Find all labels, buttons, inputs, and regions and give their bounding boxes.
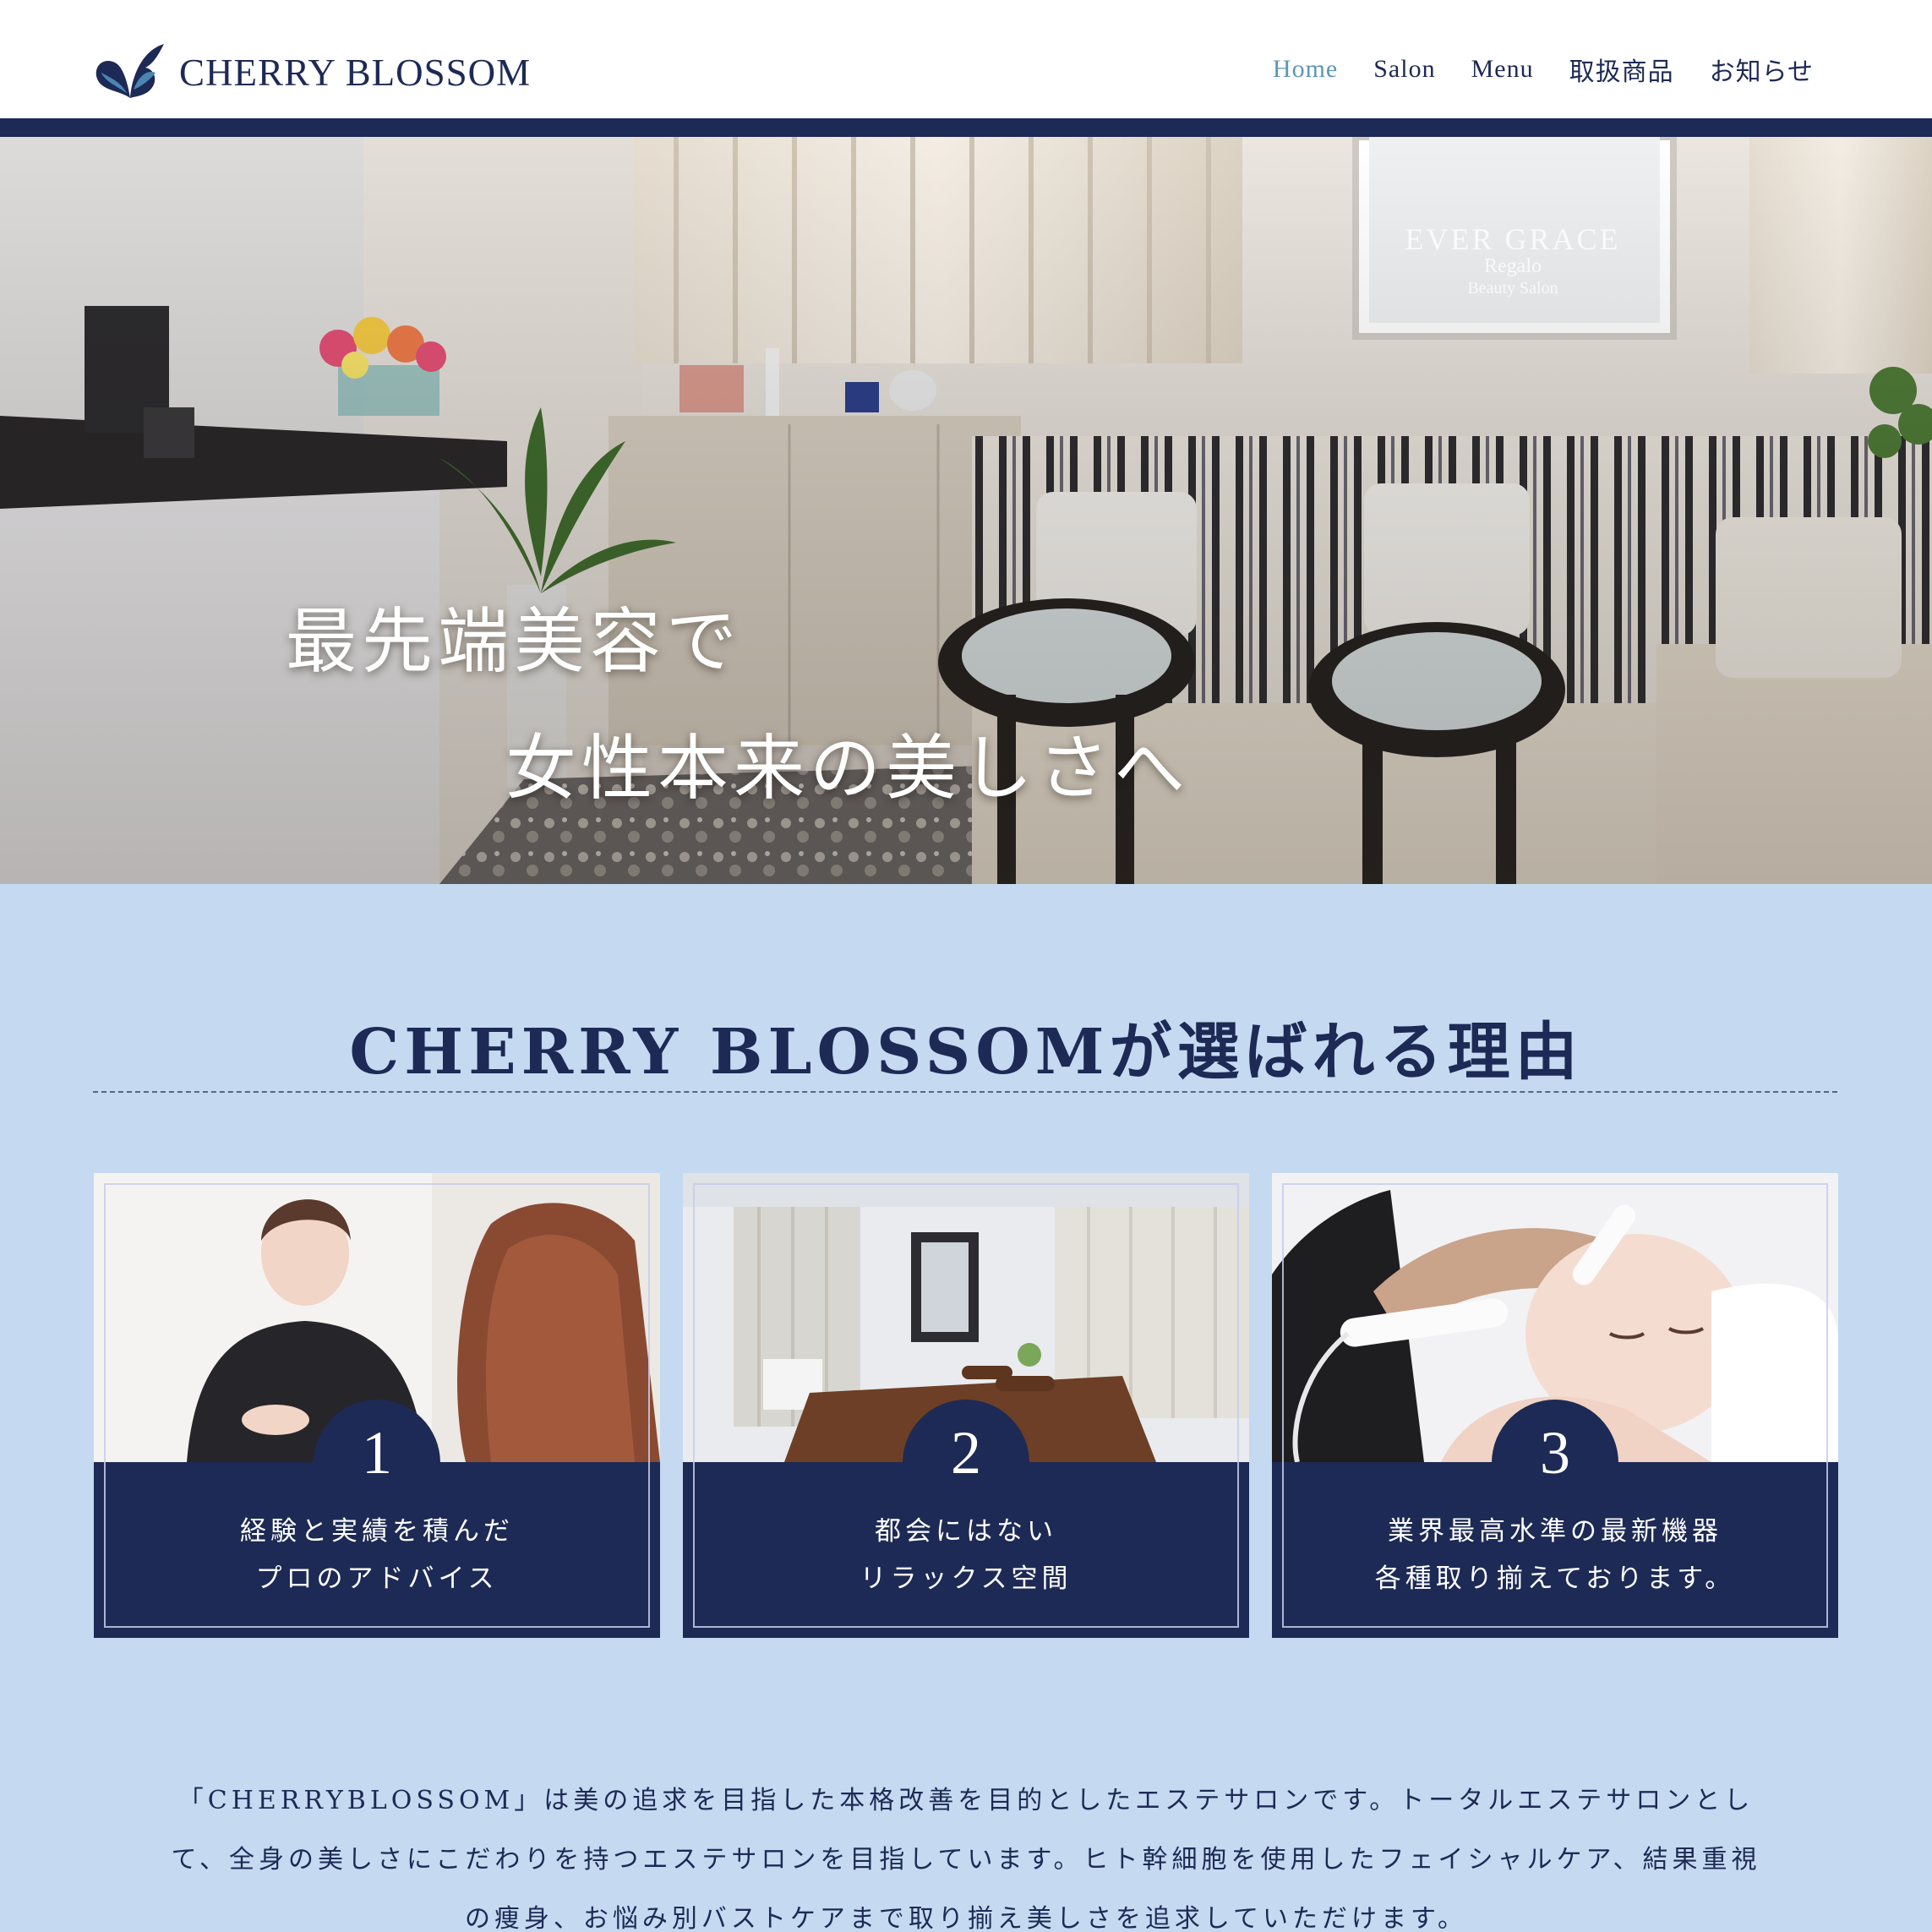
nav-item-products[interactable]: 取扱商品 (1569, 51, 1674, 88)
reason-text-line-1: 経験と実績を積んだ (240, 1516, 514, 1547)
nav-item-news[interactable]: お知らせ (1710, 51, 1814, 88)
hero-headline-line-2: 女性本来の美しさへ (505, 727, 1191, 810)
mirror-sign-brand: EVER GRACE (1405, 222, 1621, 256)
nav-item-salon[interactable]: Salon (1373, 55, 1435, 84)
nav-item-home[interactable]: Home (1273, 55, 1338, 84)
reason-text: 経験と実績を積んだ プロのアドバイス (94, 1508, 660, 1602)
reason-text: 都会にはない リラックス空間 (683, 1508, 1249, 1602)
reason-card-3[interactable]: 3 業界最高水準の最新機器 各種取り揃えております。 (1272, 1173, 1838, 1638)
salon-introduction: 「CHERRYBLOSSOM」は美の追求を目指した本格改善を目的としたエステサロ… (127, 1771, 1805, 1932)
main-nav: Home Salon Menu 取扱商品 お知らせ (1273, 51, 1814, 88)
hero-headline-line-1: 最先端美容で (286, 600, 743, 683)
reasons-title: CHERRY BLOSSOMが選ばれる理由 (349, 1016, 1583, 1089)
reason-text-line-1: 業界最高水準の最新機器 (1388, 1516, 1722, 1547)
mirror-sign-sub: Regalo (1484, 255, 1542, 277)
intro-line-2: て、全身の美しさにこだわりを持つエステサロンを目指しています。ヒト幹細胞を使用し… (171, 1845, 1761, 1875)
hero-banner: EVER GRACE Regalo Beauty Salon 最先端美容で 女性… (0, 137, 1932, 884)
site-logo[interactable]: CHERRY BLOSSOM (93, 39, 531, 106)
reason-text: 業界最高水準の最新機器 各種取り揃えております。 (1272, 1508, 1838, 1602)
reason-card-1[interactable]: 1 経験と実績を積んだ プロのアドバイス (94, 1173, 660, 1638)
reason-number: 3 (1540, 1419, 1570, 1487)
reason-text-line-2: リラックス空間 (860, 1564, 1072, 1594)
intro-line-1: 「CHERRYBLOSSOM」は美の追求を目指した本格改善を目的としたエステサロ… (177, 1786, 1755, 1815)
site-header: CHERRY BLOSSOM Home Salon Menu 取扱商品 お知らせ (0, 0, 1932, 118)
site-brand-name: CHERRY BLOSSOM (179, 52, 532, 94)
reason-number: 2 (951, 1419, 981, 1487)
reasons-divider (93, 1091, 1837, 1093)
reason-text-line-2: 各種取り揃えております。 (1374, 1564, 1736, 1594)
header-accent-bar (0, 118, 1932, 137)
reason-number: 1 (362, 1419, 392, 1487)
butterfly-logo-icon (96, 44, 164, 98)
reason-text-line-2: プロのアドバイス (255, 1564, 499, 1594)
nav-item-menu[interactable]: Menu (1471, 55, 1534, 84)
reason-text-line-1: 都会にはない (875, 1516, 1057, 1547)
mirror-sign-sub2: Beauty Salon (1467, 279, 1558, 297)
reason-card-2[interactable]: 2 都会にはない リラックス空間 (683, 1173, 1249, 1638)
intro-line-3: の痩身、お悩み別バストケアまで取り揃え美しさを追求していただけます。 (464, 1904, 1468, 1932)
